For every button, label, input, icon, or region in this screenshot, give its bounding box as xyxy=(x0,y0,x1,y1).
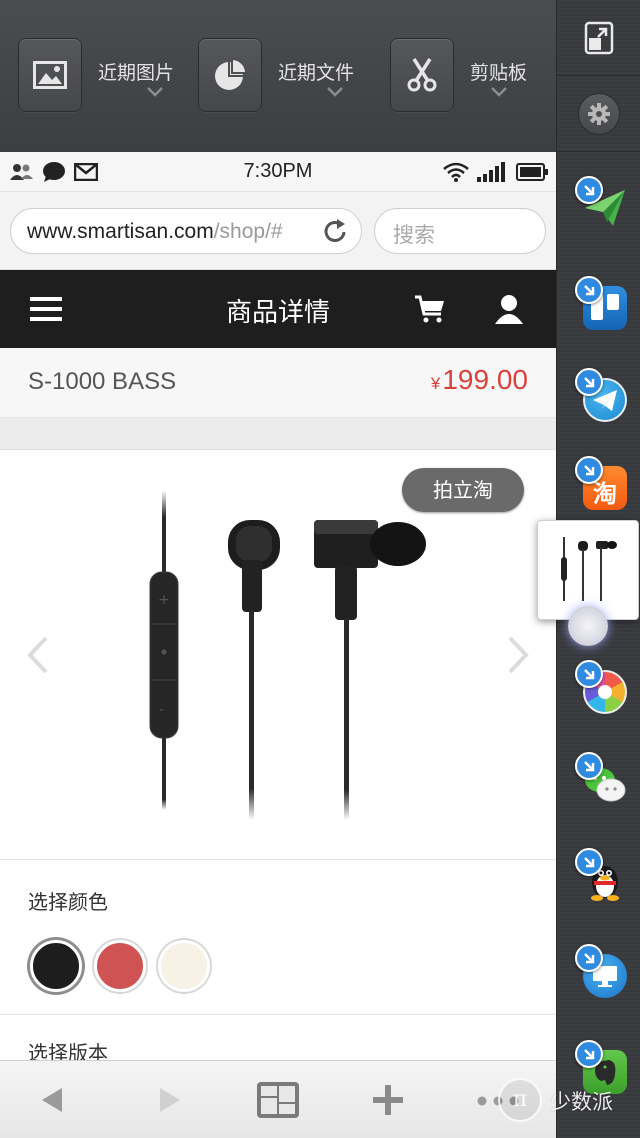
price-value: 199.00 xyxy=(442,364,528,395)
product-header: S-1000 BASS ¥199.00 xyxy=(0,348,556,418)
watermark-logo: π xyxy=(498,1078,542,1122)
svg-text:+: + xyxy=(158,592,170,608)
chevron-right-icon[interactable] xyxy=(506,636,530,674)
quick-shelf: 近期图片 近期文件 剪贴板 xyxy=(0,0,556,152)
sidebar-app-taobao[interactable]: 淘 xyxy=(575,456,631,512)
svg-text:-: - xyxy=(159,702,164,718)
chevron-down-icon[interactable] xyxy=(490,86,508,98)
page-title: 商品详情 xyxy=(225,298,330,328)
url-input[interactable]: www.smartisan.com/shop/# xyxy=(10,208,362,254)
resize-window-icon xyxy=(584,21,614,54)
url-text: www.smartisan.com/shop/# xyxy=(27,220,283,244)
product-name: S-1000 BASS xyxy=(28,368,177,395)
settings-circle xyxy=(578,92,620,135)
swatch-red[interactable] xyxy=(94,940,146,992)
status-bar: 7:30PM xyxy=(0,152,556,192)
sidebar-app-trello[interactable] xyxy=(575,276,631,332)
drag-target-badge xyxy=(575,752,603,780)
url-host: www.smartisan.com xyxy=(27,220,214,243)
sidebar-app-remote-desktop[interactable] xyxy=(575,944,631,1000)
drag-target-badge xyxy=(575,456,603,484)
dragged-image-thumbnail[interactable] xyxy=(537,520,639,620)
arrow-down-right-icon xyxy=(584,953,595,964)
browser-toolbar: www.smartisan.com/shop/# 搜索 xyxy=(0,192,556,270)
sidebar-app-wechat[interactable] xyxy=(575,752,631,808)
earphones-thumbnail-image xyxy=(561,537,617,601)
clipboard-button[interactable] xyxy=(390,38,454,112)
arrow-down-right-icon xyxy=(584,465,595,476)
sidebar-app-camera[interactable] xyxy=(575,660,631,716)
currency-symbol: ¥ xyxy=(430,374,441,393)
product-price: ¥199.00 xyxy=(431,364,528,396)
tabs-icon[interactable] xyxy=(256,1081,300,1119)
watermark-text: 少数派 xyxy=(550,1090,613,1114)
sidebar-app-paper-plane[interactable] xyxy=(575,176,631,232)
sidebar-app-telegram[interactable] xyxy=(575,368,631,424)
pie-chart-icon xyxy=(215,57,248,90)
user-icon[interactable] xyxy=(494,294,524,324)
color-selector: 选择颜色 xyxy=(0,860,556,1015)
arrow-down-right-icon xyxy=(584,185,595,196)
search-input[interactable]: 搜索 xyxy=(374,208,546,254)
back-icon[interactable] xyxy=(40,1087,64,1113)
color-section-title: 选择颜色 xyxy=(28,890,108,914)
drag-target-badge xyxy=(575,276,603,304)
product-gallery[interactable]: 拍立淘 + - xyxy=(0,450,556,860)
drop-indicator xyxy=(568,606,608,646)
url-path: /shop/# xyxy=(213,220,283,243)
reload-icon[interactable] xyxy=(321,218,349,246)
arrow-down-right-icon xyxy=(584,285,595,296)
drag-target-badge xyxy=(575,176,603,204)
arrow-down-right-icon xyxy=(584,377,595,388)
swatch-cream[interactable] xyxy=(158,940,210,992)
image-icon xyxy=(33,61,67,89)
scissors-icon xyxy=(407,58,437,92)
arrow-down-right-icon xyxy=(584,1049,595,1060)
chevron-left-icon[interactable] xyxy=(26,636,50,674)
gear-icon xyxy=(588,102,610,125)
browser-bottom-bar xyxy=(0,1060,556,1138)
recent-files-button[interactable] xyxy=(198,38,262,112)
recent-images-button[interactable] xyxy=(18,38,82,112)
settings-button[interactable] xyxy=(557,76,640,152)
swatch-black[interactable] xyxy=(30,940,82,992)
battery-icon xyxy=(516,163,548,181)
arrow-down-right-icon xyxy=(584,761,595,772)
earphones-product-image: + - xyxy=(149,490,426,820)
browser-screen: 7:30PM www.smartisan.com/shop/# 搜索 商品详情 … xyxy=(0,152,556,1138)
section-divider xyxy=(0,418,556,450)
window-resize-button[interactable] xyxy=(557,0,640,76)
status-time: 7:30PM xyxy=(243,160,313,182)
clipboard-label: 剪贴板 xyxy=(470,62,528,84)
drag-target-badge xyxy=(575,848,603,876)
forward-icon[interactable] xyxy=(158,1087,182,1113)
cart-icon[interactable] xyxy=(414,294,446,324)
wifi-icon xyxy=(443,162,469,182)
signal-strength-icon xyxy=(477,162,505,182)
plus-icon[interactable] xyxy=(373,1085,403,1115)
sidebar-app-qq[interactable] xyxy=(575,848,631,904)
arrow-down-right-icon xyxy=(584,669,595,680)
drag-target-badge xyxy=(575,660,603,688)
chevron-down-icon[interactable] xyxy=(146,86,164,98)
drag-target-badge xyxy=(575,1040,603,1068)
drag-target-badge xyxy=(575,368,603,396)
drag-target-badge xyxy=(575,944,603,972)
watermark: π 少数派 xyxy=(498,1078,638,1122)
recent-images-label: 近期图片 xyxy=(98,62,175,84)
recent-files-label: 近期文件 xyxy=(278,62,355,84)
chevron-down-icon[interactable] xyxy=(326,86,344,98)
arrow-down-right-icon xyxy=(584,857,595,868)
site-navbar: 商品详情 xyxy=(0,270,556,348)
